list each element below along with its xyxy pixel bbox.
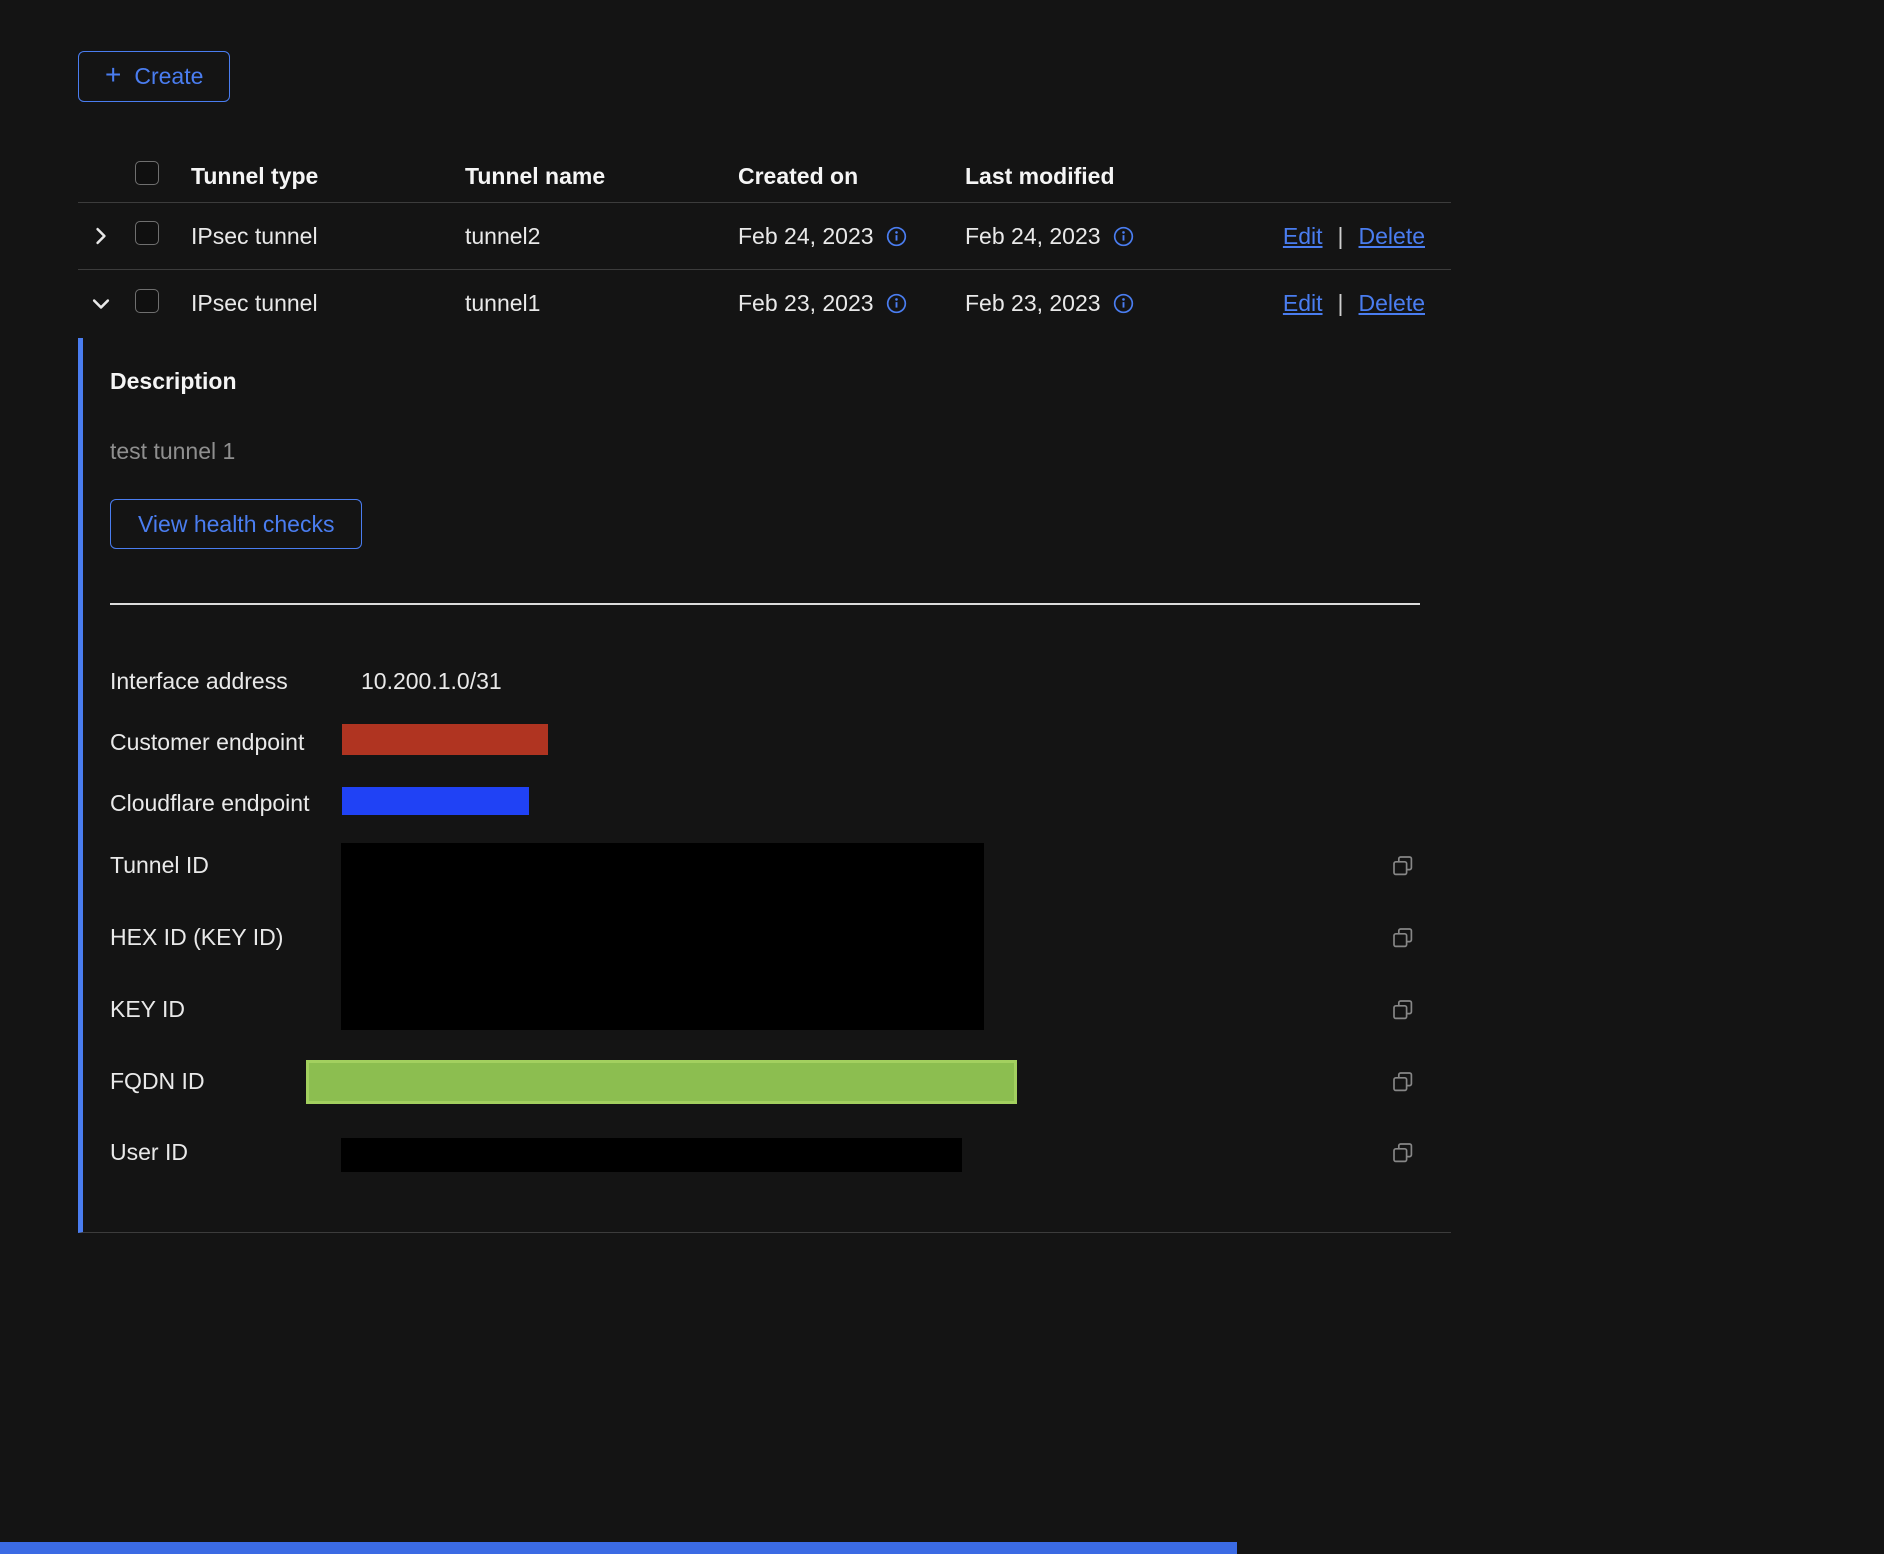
interface-address-value: 10.200.1.0/31 bbox=[361, 668, 502, 695]
table-row: IPsec tunnel tunnel1 Feb 23, 2023 Feb 23… bbox=[78, 270, 1451, 337]
chevron-down-icon bbox=[90, 293, 112, 315]
column-header-tunnel-name: Tunnel name bbox=[465, 163, 738, 190]
last-modified-cell: Feb 24, 2023 bbox=[965, 223, 1101, 250]
copy-user-id-button[interactable] bbox=[1390, 1140, 1416, 1166]
edit-button[interactable]: Edit bbox=[1283, 223, 1323, 250]
info-icon[interactable] bbox=[1113, 226, 1134, 247]
last-modified-cell: Feb 23, 2023 bbox=[965, 290, 1101, 317]
info-icon[interactable] bbox=[1113, 293, 1134, 314]
tunnel-name-cell: tunnel1 bbox=[465, 290, 738, 317]
copy-hex-id-button[interactable] bbox=[1390, 925, 1416, 951]
create-button[interactable]: + Create bbox=[78, 51, 230, 102]
view-health-checks-button[interactable]: View health checks bbox=[110, 499, 362, 549]
create-button-label: Create bbox=[134, 63, 203, 90]
copy-icon bbox=[1391, 1070, 1415, 1094]
description-value: test tunnel 1 bbox=[110, 438, 235, 465]
created-on-cell: Feb 24, 2023 bbox=[738, 223, 874, 250]
select-all-checkbox[interactable] bbox=[135, 161, 159, 185]
description-label: Description bbox=[110, 368, 237, 395]
fqdn-id-label: FQDN ID bbox=[110, 1068, 205, 1095]
copy-tunnel-id-button[interactable] bbox=[1390, 853, 1416, 879]
cloudflare-endpoint-label: Cloudflare endpoint bbox=[110, 790, 309, 817]
delete-button[interactable]: Delete bbox=[1359, 290, 1425, 317]
section-divider bbox=[110, 603, 1420, 605]
customer-endpoint-redacted-value bbox=[342, 724, 548, 755]
hex-id-label: HEX ID (KEY ID) bbox=[110, 924, 283, 951]
column-header-tunnel-type: Tunnel type bbox=[191, 163, 465, 190]
tunnel-hex-key-id-redacted-block bbox=[341, 843, 984, 1030]
horizontal-scrollbar-thumb[interactable] bbox=[0, 1542, 1237, 1554]
delete-button[interactable]: Delete bbox=[1359, 223, 1425, 250]
tunnel-id-label: Tunnel ID bbox=[110, 852, 209, 879]
tunnel-name-cell: tunnel2 bbox=[465, 223, 738, 250]
copy-icon bbox=[1391, 1141, 1415, 1165]
tunnel-type-cell: IPsec tunnel bbox=[191, 290, 465, 317]
customer-endpoint-label: Customer endpoint bbox=[110, 729, 304, 756]
row-checkbox[interactable] bbox=[135, 289, 159, 313]
info-icon[interactable] bbox=[886, 293, 907, 314]
interface-address-label: Interface address bbox=[110, 668, 288, 695]
table-row: IPsec tunnel tunnel2 Feb 24, 2023 Feb 24… bbox=[78, 203, 1451, 270]
user-id-redacted-value bbox=[341, 1138, 962, 1172]
copy-fqdn-id-button[interactable] bbox=[1390, 1069, 1416, 1095]
key-id-label: KEY ID bbox=[110, 996, 185, 1023]
chevron-right-icon bbox=[90, 225, 112, 247]
tunnels-table: Tunnel type Tunnel name Created on Last … bbox=[78, 150, 1451, 337]
edit-button[interactable]: Edit bbox=[1283, 290, 1323, 317]
table-header-row: Tunnel type Tunnel name Created on Last … bbox=[78, 150, 1451, 203]
row-checkbox[interactable] bbox=[135, 221, 159, 245]
tunnel-type-cell: IPsec tunnel bbox=[191, 223, 465, 250]
action-separator: | bbox=[1338, 290, 1344, 317]
column-header-last-modified: Last modified bbox=[965, 163, 1282, 190]
fqdn-id-redacted-value bbox=[306, 1060, 1017, 1104]
user-id-label: User ID bbox=[110, 1139, 188, 1166]
copy-icon bbox=[1391, 854, 1415, 878]
copy-icon bbox=[1391, 998, 1415, 1022]
info-icon[interactable] bbox=[886, 226, 907, 247]
collapse-row-button[interactable] bbox=[86, 289, 116, 319]
copy-key-id-button[interactable] bbox=[1390, 997, 1416, 1023]
expand-row-button[interactable] bbox=[86, 221, 116, 251]
action-separator: | bbox=[1338, 223, 1344, 250]
cloudflare-endpoint-redacted-value bbox=[342, 787, 529, 815]
column-header-created-on: Created on bbox=[738, 163, 965, 190]
tunnel-details-panel: Description test tunnel 1 View health ch… bbox=[78, 338, 1451, 1233]
plus-icon: + bbox=[105, 61, 121, 89]
created-on-cell: Feb 23, 2023 bbox=[738, 290, 874, 317]
copy-icon bbox=[1391, 926, 1415, 950]
